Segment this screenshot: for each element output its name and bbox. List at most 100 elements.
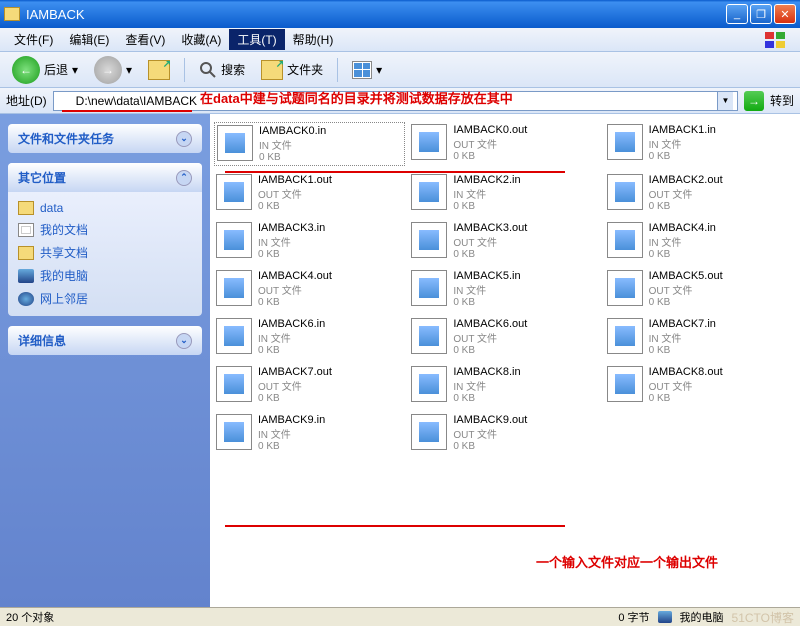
window-controls: _ ❐ ✕ xyxy=(726,4,796,24)
file-size: 0 KB xyxy=(258,297,332,308)
file-item[interactable]: IAMBACK3.out OUT 文件 0 KB xyxy=(409,220,600,262)
search-label: 搜索 xyxy=(221,61,245,78)
chevron-down-icon: ⌄ xyxy=(176,131,192,147)
minimize-button[interactable]: _ xyxy=(726,4,748,24)
pc-icon xyxy=(18,269,34,283)
maximize-button[interactable]: ❐ xyxy=(750,4,772,24)
file-size: 0 KB xyxy=(649,393,723,404)
sidebar-item-docs[interactable]: 我的文档 xyxy=(18,218,192,241)
file-item[interactable]: IAMBACK7.in IN 文件 0 KB xyxy=(605,316,796,358)
panel-tasks-title: 文件和文件夹任务 xyxy=(18,130,114,147)
file-item[interactable]: IAMBACK6.out OUT 文件 0 KB xyxy=(409,316,600,358)
file-item[interactable]: IAMBACK1.in IN 文件 0 KB xyxy=(605,122,796,166)
file-item[interactable]: IAMBACK0.out OUT 文件 0 KB xyxy=(409,122,600,166)
menu-tools[interactable]: 工具(T) xyxy=(229,29,284,50)
file-info: IAMBACK2.out OUT 文件 0 KB xyxy=(649,174,723,212)
file-type: IN 文件 xyxy=(258,426,325,441)
menu-favorites[interactable]: 收藏(A) xyxy=(173,29,229,50)
watermark: 51CTO博客 xyxy=(732,609,794,626)
file-icon xyxy=(411,366,447,402)
folder-icon xyxy=(18,201,34,215)
panel-other-title: 其它位置 xyxy=(18,169,66,186)
annotation-bottom: 一个输入文件对应一个输出文件 xyxy=(536,552,718,571)
views-button[interactable]: ▾ xyxy=(346,58,388,82)
file-item[interactable]: IAMBACK4.in IN 文件 0 KB xyxy=(605,220,796,262)
file-icon xyxy=(607,222,643,258)
separator xyxy=(184,58,185,82)
folders-icon xyxy=(261,60,283,80)
annotation-underline xyxy=(225,525,565,527)
sidebar-item-label: 我的文档 xyxy=(40,221,88,238)
sidebar-item-share[interactable]: 共享文档 xyxy=(18,241,192,264)
file-icon xyxy=(217,125,253,161)
file-item[interactable]: IAMBACK8.out OUT 文件 0 KB xyxy=(605,364,796,406)
file-info: IAMBACK7.in IN 文件 0 KB xyxy=(649,318,716,356)
sidebar-item-pc[interactable]: 我的电脑 xyxy=(18,264,192,287)
file-item[interactable]: IAMBACK2.out OUT 文件 0 KB xyxy=(605,172,796,214)
file-name: IAMBACK1.in xyxy=(649,124,716,136)
search-icon xyxy=(199,61,217,79)
file-size: 0 KB xyxy=(259,152,326,163)
file-name: IAMBACK4.out xyxy=(258,270,332,282)
content-area: 文件和文件夹任务 ⌄ 其它位置 ⌃ data 我的文档共享文档我的电脑网上邻居 详… xyxy=(0,114,800,607)
file-icon xyxy=(607,318,643,354)
file-name: IAMBACK9.in xyxy=(258,414,325,426)
file-info: IAMBACK1.out OUT 文件 0 KB xyxy=(258,174,332,212)
panel-tasks-header[interactable]: 文件和文件夹任务 ⌄ xyxy=(8,124,202,153)
file-item[interactable]: IAMBACK1.out OUT 文件 0 KB xyxy=(214,172,405,214)
file-item[interactable]: IAMBACK6.in IN 文件 0 KB xyxy=(214,316,405,358)
file-item[interactable]: IAMBACK7.out OUT 文件 0 KB xyxy=(214,364,405,406)
address-dropdown-icon[interactable]: ▼ xyxy=(717,92,733,110)
file-info: IAMBACK9.out OUT 文件 0 KB xyxy=(453,414,527,452)
file-item[interactable]: IAMBACK4.out OUT 文件 0 KB xyxy=(214,268,405,310)
sidebar-item-label: 共享文档 xyxy=(40,244,88,261)
file-info: IAMBACK3.out OUT 文件 0 KB xyxy=(453,222,527,260)
back-button[interactable]: ← 后退 ▾ xyxy=(6,53,84,87)
file-name: IAMBACK8.out xyxy=(649,366,723,378)
file-item[interactable]: IAMBACK5.out OUT 文件 0 KB xyxy=(605,268,796,310)
file-name: IAMBACK5.out xyxy=(649,270,723,282)
file-item[interactable]: IAMBACK9.in IN 文件 0 KB xyxy=(214,412,405,454)
annotation-underline xyxy=(62,110,192,112)
forward-button[interactable]: → ▾ xyxy=(88,53,138,87)
file-name: IAMBACK7.out xyxy=(258,366,332,378)
file-size: 0 KB xyxy=(649,249,716,260)
file-item[interactable]: IAMBACK5.in IN 文件 0 KB xyxy=(409,268,600,310)
file-view[interactable]: IAMBACK0.in IN 文件 0 KB IAMBACK0.out OUT … xyxy=(210,114,800,607)
panel-details-header[interactable]: 详细信息 ⌄ xyxy=(8,326,202,355)
go-button[interactable]: → xyxy=(744,91,764,111)
windows-logo-icon xyxy=(756,28,794,52)
up-button[interactable] xyxy=(142,57,176,83)
file-item[interactable]: IAMBACK8.in IN 文件 0 KB xyxy=(409,364,600,406)
sidebar-item-folder[interactable]: data xyxy=(18,198,192,218)
status-bytes: 0 字节 xyxy=(618,609,649,625)
menu-file[interactable]: 文件(F) xyxy=(6,29,61,50)
file-size: 0 KB xyxy=(453,249,527,260)
sidebar: 文件和文件夹任务 ⌄ 其它位置 ⌃ data 我的文档共享文档我的电脑网上邻居 详… xyxy=(0,114,210,607)
forward-arrow-icon: → xyxy=(94,56,122,84)
folders-button[interactable]: 文件夹 xyxy=(255,57,329,83)
panel-other-header[interactable]: 其它位置 ⌃ xyxy=(8,163,202,192)
sidebar-item-net[interactable]: 网上邻居 xyxy=(18,287,192,310)
file-item[interactable]: IAMBACK0.in IN 文件 0 KB xyxy=(214,122,405,166)
file-name: IAMBACK3.in xyxy=(258,222,325,234)
file-type: IN 文件 xyxy=(258,330,325,345)
search-button[interactable]: 搜索 xyxy=(193,58,251,82)
separator xyxy=(337,58,338,82)
menu-edit[interactable]: 编辑(E) xyxy=(61,29,117,50)
menu-help[interactable]: 帮助(H) xyxy=(285,29,342,50)
file-type: IN 文件 xyxy=(453,282,520,297)
file-name: IAMBACK3.out xyxy=(453,222,527,234)
file-item[interactable]: IAMBACK2.in IN 文件 0 KB xyxy=(409,172,600,214)
file-info: IAMBACK4.in IN 文件 0 KB xyxy=(649,222,716,260)
file-icon xyxy=(216,270,252,306)
file-item[interactable]: IAMBACK9.out OUT 文件 0 KB xyxy=(409,412,600,454)
toolbar: ← 后退 ▾ → ▾ 搜索 文件夹 ▾ xyxy=(0,52,800,88)
title-bar: IAMBACK _ ❐ ✕ xyxy=(0,0,800,28)
close-button[interactable]: ✕ xyxy=(774,4,796,24)
file-type: OUT 文件 xyxy=(453,136,527,151)
file-item[interactable]: IAMBACK3.in IN 文件 0 KB xyxy=(214,220,405,262)
file-name: IAMBACK1.out xyxy=(258,174,332,186)
menu-view[interactable]: 查看(V) xyxy=(117,29,173,50)
file-type: OUT 文件 xyxy=(258,282,332,297)
